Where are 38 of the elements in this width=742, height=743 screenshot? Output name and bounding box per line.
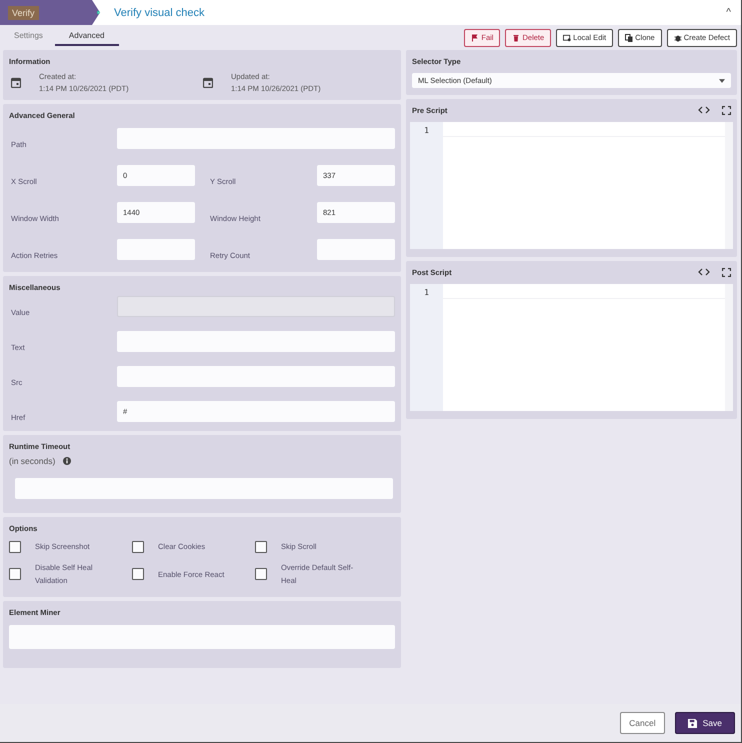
tab[interactable]: Advanced <box>54 26 118 46</box>
line-number: 1 <box>424 126 429 135</box>
footer-button[interactable]: Save <box>674 712 735 734</box>
calendar-icon <box>11 77 21 88</box>
save-icon <box>688 718 697 728</box>
code-icon[interactable] <box>698 106 710 114</box>
input-field[interactable] <box>117 128 395 149</box>
code-editor[interactable]: 1 <box>410 284 733 411</box>
input-field[interactable] <box>317 239 395 260</box>
edit-icon <box>563 34 572 42</box>
info-icon <box>63 457 72 465</box>
checkbox[interactable] <box>9 568 21 580</box>
fullscreen-icon[interactable] <box>722 268 731 276</box>
line-number: 1 <box>424 288 429 297</box>
checkbox[interactable] <box>132 540 144 552</box>
calendar-icon <box>203 77 213 88</box>
trash-icon <box>512 34 520 42</box>
caret-icon <box>719 78 725 82</box>
code-editor[interactable]: 1 <box>410 122 733 249</box>
copy-icon <box>625 34 634 42</box>
input-field[interactable] <box>117 239 195 260</box>
panel-subtitle: (in seconds) <box>9 456 56 466</box>
checkbox[interactable] <box>255 540 267 552</box>
checkbox[interactable] <box>255 568 267 580</box>
flag-icon <box>471 34 480 42</box>
tab[interactable]: Settings <box>6 26 51 46</box>
footer-button[interactable]: Cancel <box>620 712 665 734</box>
step-type-badge: Verify <box>8 6 39 20</box>
checkbox[interactable] <box>132 568 144 580</box>
input-field[interactable] <box>15 478 393 499</box>
collapse-button[interactable]: ^ <box>726 7 731 18</box>
step-title: Verify visual check <box>114 6 206 18</box>
input-field[interactable] <box>117 331 395 352</box>
fullscreen-icon[interactable] <box>722 106 731 114</box>
bug-icon <box>674 34 682 42</box>
input-field[interactable] <box>117 366 395 387</box>
code-icon[interactable] <box>698 268 710 276</box>
checkbox[interactable] <box>9 540 21 552</box>
